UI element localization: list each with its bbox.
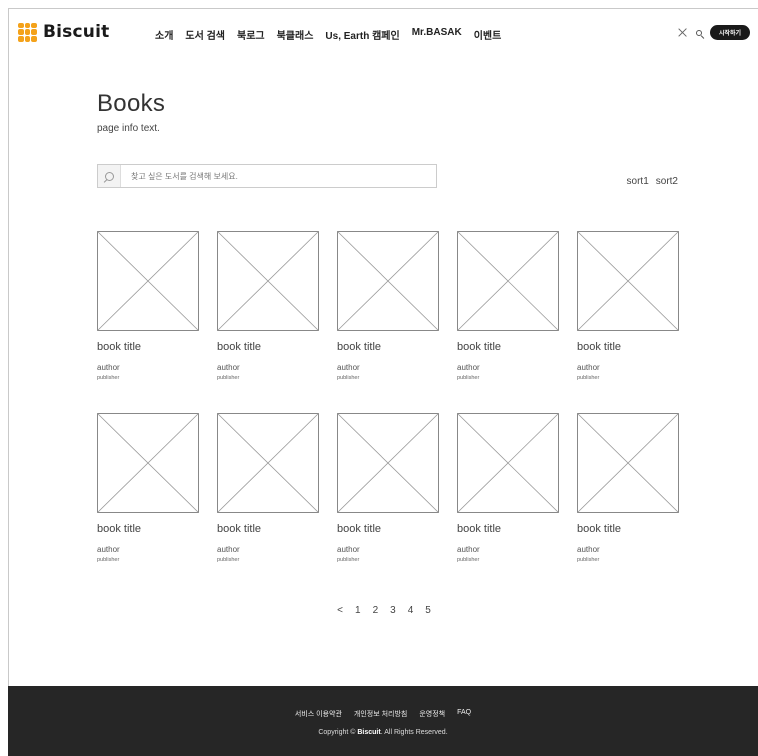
book-title[interactable]: book title — [577, 341, 679, 353]
book-grid: book title author publisher book title autho… — [97, 231, 679, 595]
sort-option-2[interactable]: sort2 — [656, 176, 678, 187]
book-publisher: publisher — [577, 375, 600, 381]
book-publisher: publisher — [97, 557, 120, 563]
book-cover-placeholder[interactable] — [337, 413, 439, 513]
nav-item-booklog[interactable]: 북로그 — [237, 27, 265, 42]
page-link[interactable]: 4 — [408, 605, 414, 616]
close-icon[interactable] — [678, 28, 688, 38]
sort-option-1[interactable]: sort1 — [627, 176, 649, 187]
search-icon — [104, 171, 114, 181]
book-card[interactable]: book title author publisher — [337, 231, 439, 413]
search-button[interactable] — [98, 165, 121, 187]
copyright: Copyright © Biscuit. All Rights Reserved… — [8, 729, 758, 736]
footer-link-privacy[interactable]: 개인정보 처리방침 — [354, 709, 407, 719]
book-card[interactable]: book title author publisher — [577, 231, 679, 413]
copyright-brand: Biscuit — [357, 729, 381, 736]
book-author: author — [457, 363, 480, 372]
book-publisher: publisher — [97, 375, 120, 381]
copyright-prefix: Copyright © — [318, 729, 358, 736]
book-publisher: publisher — [217, 375, 240, 381]
sort-options: sort1 sort2 — [627, 176, 678, 187]
book-cover-placeholder[interactable] — [97, 413, 199, 513]
book-card[interactable]: book title author publisher — [457, 231, 559, 413]
book-author: author — [337, 545, 360, 554]
book-card[interactable]: book title author publisher — [217, 413, 319, 595]
footer: 서비스 이용약관 개인정보 처리방침 운영정책 FAQ Copyright © … — [8, 686, 758, 756]
book-title[interactable]: book title — [97, 341, 199, 353]
book-author: author — [97, 545, 120, 554]
book-cover-placeholder[interactable] — [577, 231, 679, 331]
book-card[interactable]: book title author publisher — [97, 413, 199, 595]
book-cover-placeholder[interactable] — [457, 413, 559, 513]
header-search-icon[interactable] — [695, 29, 702, 36]
book-publisher: publisher — [457, 375, 480, 381]
footer-links: 서비스 이용약관 개인정보 처리방침 운영정책 FAQ — [8, 709, 758, 719]
start-button[interactable]: 시작하기 — [709, 25, 750, 40]
book-title[interactable]: book title — [577, 523, 679, 535]
logo[interactable]: Biscuit — [18, 22, 109, 42]
book-author: author — [217, 363, 240, 372]
book-title[interactable]: book title — [457, 341, 559, 353]
copyright-suffix: . All Rights Reserved. — [380, 729, 448, 736]
book-cover-placeholder[interactable] — [217, 231, 319, 331]
book-author: author — [217, 545, 240, 554]
page-info: page info text. — [97, 123, 160, 134]
nav-item-book-search[interactable]: 도서 검색 — [185, 27, 225, 42]
book-card[interactable]: book title author publisher — [217, 231, 319, 413]
nav-item-bookclass[interactable]: 북클래스 — [277, 27, 314, 42]
prev-page-button[interactable]: < — [337, 605, 343, 616]
nav-item-us-earth[interactable]: Us, Earth 캠페인 — [325, 27, 399, 42]
footer-link-policy[interactable]: 운영정책 — [419, 709, 445, 719]
book-cover-placeholder[interactable] — [457, 231, 559, 331]
book-title[interactable]: book title — [337, 341, 439, 353]
search-box — [97, 164, 437, 188]
page-link[interactable]: 1 — [355, 605, 361, 616]
footer-link-faq[interactable]: FAQ — [457, 709, 471, 719]
page-title: Books — [97, 90, 166, 117]
book-cover-placeholder[interactable] — [337, 231, 439, 331]
page-link[interactable]: 3 — [390, 605, 396, 616]
nav-item-event[interactable]: 이벤트 — [474, 27, 502, 42]
book-publisher: publisher — [337, 557, 360, 563]
book-title[interactable]: book title — [217, 523, 319, 535]
page-link[interactable]: 5 — [425, 605, 431, 616]
header: Biscuit 소개 도서 검색 북로그 북클래스 Us, Earth 캠페인 … — [18, 22, 758, 58]
book-card[interactable]: book title author publisher — [457, 413, 559, 595]
book-author: author — [337, 363, 360, 372]
book-cover-placeholder[interactable] — [217, 413, 319, 513]
book-author: author — [97, 363, 120, 372]
book-cover-placeholder[interactable] — [97, 231, 199, 331]
page-link[interactable]: 2 — [373, 605, 379, 616]
book-card[interactable]: book title author publisher — [337, 413, 439, 595]
book-author: author — [577, 545, 600, 554]
book-publisher: publisher — [457, 557, 480, 563]
book-card[interactable]: book title author publisher — [577, 413, 679, 595]
book-author: author — [577, 363, 600, 372]
book-card[interactable]: book title author publisher — [97, 231, 199, 413]
logo-text: Biscuit — [43, 22, 110, 42]
nav-item-intro[interactable]: 소개 — [155, 27, 173, 42]
book-cover-placeholder[interactable] — [577, 413, 679, 513]
search-input[interactable] — [121, 166, 436, 186]
book-title[interactable]: book title — [97, 523, 199, 535]
header-actions: 시작하기 — [678, 25, 750, 40]
book-title[interactable]: book title — [337, 523, 439, 535]
book-title[interactable]: book title — [217, 341, 319, 353]
logo-icon — [18, 22, 37, 42]
book-publisher: publisher — [217, 557, 240, 563]
book-title[interactable]: book title — [457, 523, 559, 535]
book-publisher: publisher — [337, 375, 360, 381]
book-publisher: publisher — [577, 557, 600, 563]
footer-link-terms[interactable]: 서비스 이용약관 — [295, 709, 342, 719]
nav-item-mr-basak[interactable]: Mr.BASAK — [412, 27, 462, 42]
pagination: < 1 2 3 4 5 — [0, 605, 758, 616]
book-author: author — [457, 545, 480, 554]
main-nav: 소개 도서 검색 북로그 북클래스 Us, Earth 캠페인 Mr.BASAK… — [155, 27, 501, 42]
